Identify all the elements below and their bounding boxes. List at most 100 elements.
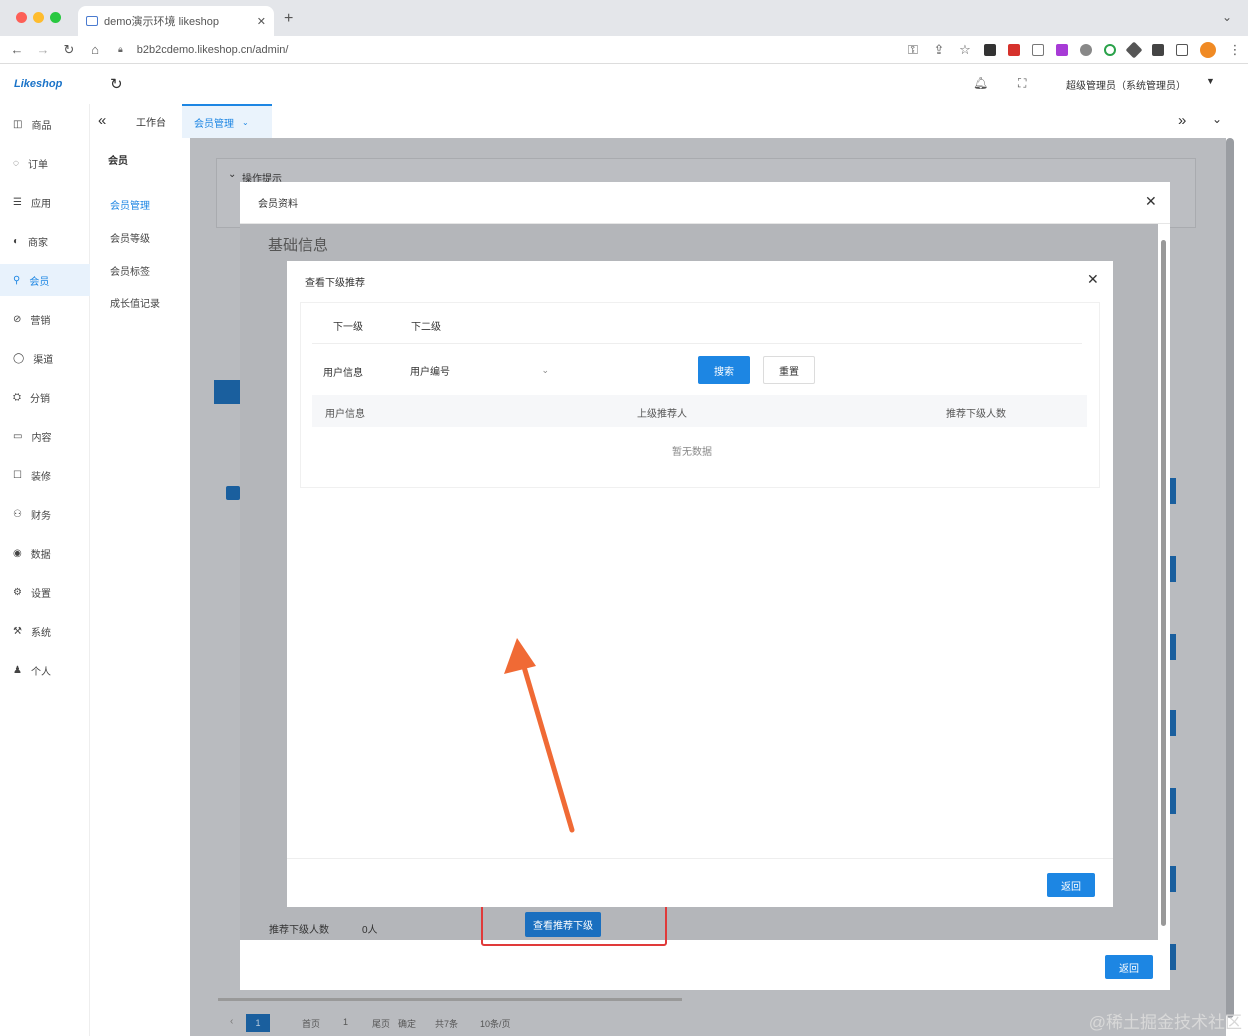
extension-icon[interactable] bbox=[1104, 43, 1116, 56]
extension-icon[interactable] bbox=[1056, 43, 1068, 56]
sidebar-item-label: 商家 bbox=[28, 237, 49, 249]
submenu-item-member-management[interactable]: 会员管理 bbox=[110, 197, 150, 212]
submenu-item-growth-record[interactable]: 成长值记录 bbox=[110, 295, 160, 310]
filter-input[interactable] bbox=[555, 357, 690, 383]
inner-return-button[interactable]: 返回 bbox=[1047, 873, 1095, 897]
url-field[interactable]: b2b2cdemo.likeshop.cn/admin/ bbox=[137, 44, 900, 56]
app-header bbox=[0, 64, 1248, 104]
sidebar-item-4[interactable]: ⚲ 会员 bbox=[0, 264, 90, 296]
submenu-item-member-tags[interactable]: 会员标签 bbox=[110, 263, 150, 278]
tab-level-one[interactable]: 下一级 bbox=[333, 318, 363, 333]
reset-button[interactable]: 重置 bbox=[763, 356, 815, 384]
sidebar-item-9[interactable]: ☐ 装修 bbox=[0, 459, 90, 491]
pagination-page-size-select[interactable]: 10条/页 bbox=[480, 1017, 511, 1030]
collapse-sidebar-icon[interactable]: « bbox=[98, 112, 106, 129]
sidebar-item-7[interactable]: ⛭ 分销 bbox=[0, 381, 90, 413]
sidebar-item-0[interactable]: ◫ 商品 bbox=[0, 108, 90, 140]
sidebar-item-label: 系统 bbox=[30, 627, 51, 639]
extension-icon[interactable] bbox=[1080, 43, 1092, 56]
extension-icon[interactable] bbox=[1032, 43, 1044, 56]
more-menu-icon[interactable]: ⋮ bbox=[1222, 42, 1248, 58]
tab-workspace[interactable]: 工作台 bbox=[124, 104, 178, 138]
sidebar-item-label: 财务 bbox=[30, 510, 51, 522]
column-referrer: 上级推荐人 bbox=[637, 409, 687, 420]
extension-icon[interactable] bbox=[1008, 43, 1020, 56]
address-bar-row: ← → ↻ ⌂ 🔒︎ b2b2cdemo.likeshop.cn/admin/ … bbox=[0, 36, 1248, 64]
minimize-window-button[interactable] bbox=[33, 12, 44, 23]
search-button[interactable]: 搜索 bbox=[698, 356, 750, 384]
close-dialog-icon[interactable]: ✕ bbox=[1087, 271, 1099, 288]
fullscreen-icon[interactable]: ⛶ bbox=[1018, 76, 1026, 91]
settings-icon: ⚙ bbox=[13, 586, 22, 598]
chevron-down-icon: ⌄ bbox=[541, 364, 549, 375]
filter-select[interactable]: 用户编号 ⌄ bbox=[400, 357, 555, 383]
browser-tab[interactable]: demo演示环境 likeshop ✕ bbox=[78, 6, 274, 36]
sidebar-item-1[interactable]: ◌ 订单 bbox=[0, 147, 90, 179]
dialog-scrollbar[interactable] bbox=[1161, 240, 1166, 926]
user-menu-caret-icon[interactable]: ▼ bbox=[1206, 76, 1215, 86]
shop-icon: ◐ bbox=[13, 235, 20, 247]
pagination-goto-label: 首页 bbox=[302, 1019, 321, 1029]
tab-list-chevron-icon[interactable]: ⌄ bbox=[1222, 10, 1232, 24]
back-icon[interactable]: ← bbox=[4, 42, 30, 57]
referral-count-label: 推荐下级人数 bbox=[269, 925, 329, 936]
maximize-window-button[interactable] bbox=[50, 12, 61, 23]
puzzle-icon[interactable] bbox=[1152, 43, 1164, 56]
pagination-confirm-button[interactable]: 确定 bbox=[398, 1017, 416, 1030]
sidebar-item-11[interactable]: ◉ 数据 bbox=[0, 537, 90, 569]
refresh-icon[interactable]: ↻ bbox=[110, 75, 123, 93]
page-vertical-scrollbar[interactable] bbox=[1226, 138, 1234, 1018]
pagination-page-input[interactable]: 1 bbox=[343, 1017, 348, 1027]
sidebar-item-5[interactable]: ⊘ 营销 bbox=[0, 303, 90, 335]
submenu-item-member-level[interactable]: 会员等级 bbox=[110, 230, 150, 245]
home-icon[interactable]: ⌂ bbox=[82, 42, 108, 57]
tips-chevron-icon[interactable]: ⌄ bbox=[228, 169, 236, 180]
referrals-dialog-header: 查看下级推荐 bbox=[287, 261, 1113, 301]
star-icon[interactable]: ☆ bbox=[952, 42, 978, 58]
close-dialog-icon[interactable]: ✕ bbox=[1145, 193, 1157, 210]
tab-close-icon[interactable]: ⌄ bbox=[242, 118, 249, 127]
sidebar-item-label: 营销 bbox=[30, 315, 51, 327]
pagination-prev-icon[interactable]: ‹ bbox=[230, 1016, 233, 1027]
content-icon: ▭ bbox=[13, 430, 23, 442]
extension-icon[interactable] bbox=[984, 43, 996, 56]
sidebar-toggle-icon[interactable] bbox=[1176, 43, 1188, 56]
scroll-tabs-right-icon[interactable]: » bbox=[1178, 112, 1186, 129]
reload-icon[interactable]: ↻ bbox=[56, 42, 82, 58]
horizontal-scrollbar[interactable] bbox=[218, 998, 682, 1001]
decorate-icon: ☐ bbox=[13, 469, 22, 481]
data-icon: ◉ bbox=[13, 547, 22, 559]
tab-member-management[interactable]: 会员管理 ⌄ bbox=[182, 104, 272, 138]
forward-icon[interactable]: → bbox=[30, 42, 56, 57]
sidebar-item-3[interactable]: ◐ 商家 bbox=[0, 225, 90, 257]
sidebar-item-8[interactable]: ▭ 内容 bbox=[0, 420, 90, 452]
pagination-total: 共7条 bbox=[435, 1019, 459, 1029]
sidebar-item-14[interactable]: ♟ 个人 bbox=[0, 654, 90, 686]
sidebar-item-10[interactable]: ⚇ 财务 bbox=[0, 498, 90, 530]
column-user-info: 用户信息 bbox=[325, 409, 365, 420]
annotation-arrow bbox=[504, 638, 575, 833]
user-menu[interactable]: 超级管理员（系统管理员） bbox=[1066, 77, 1186, 92]
close-window-button[interactable] bbox=[16, 12, 27, 23]
outer-return-button[interactable]: 返回 bbox=[1105, 955, 1153, 979]
sidebar-item-2[interactable]: ☰ 应用 bbox=[0, 186, 90, 218]
bell-icon[interactable]: 🔔︎ bbox=[973, 76, 988, 90]
page-icon bbox=[86, 16, 98, 26]
sidebar-item-label: 订单 bbox=[27, 159, 48, 171]
order-icon: ◌ bbox=[13, 157, 19, 169]
watermark: @稀土掘金技术社区 bbox=[1088, 1013, 1242, 1032]
new-tab-icon[interactable]: + bbox=[284, 10, 293, 28]
app-icon: ☰ bbox=[13, 196, 22, 208]
sidebar-item-12[interactable]: ⚙ 设置 bbox=[0, 576, 90, 608]
sidebar-item-6[interactable]: ◯ 渠道 bbox=[0, 342, 90, 374]
tabs-menu-chevron-icon[interactable]: ⌄ bbox=[1212, 112, 1222, 126]
sidebar-item-13[interactable]: ⚒ 系统 bbox=[0, 615, 90, 647]
extension-icon[interactable] bbox=[1125, 41, 1143, 58]
sidebar-item-label: 装修 bbox=[30, 471, 51, 483]
profile-avatar[interactable] bbox=[1200, 41, 1216, 58]
pagination-current-page[interactable]: 1 bbox=[246, 1014, 270, 1032]
close-tab-icon[interactable]: ✕ bbox=[257, 15, 266, 28]
key-icon[interactable]: ⚿ bbox=[900, 42, 926, 58]
share-icon[interactable]: ⇪ bbox=[926, 42, 952, 58]
tab-level-two[interactable]: 下二级 bbox=[411, 318, 441, 333]
